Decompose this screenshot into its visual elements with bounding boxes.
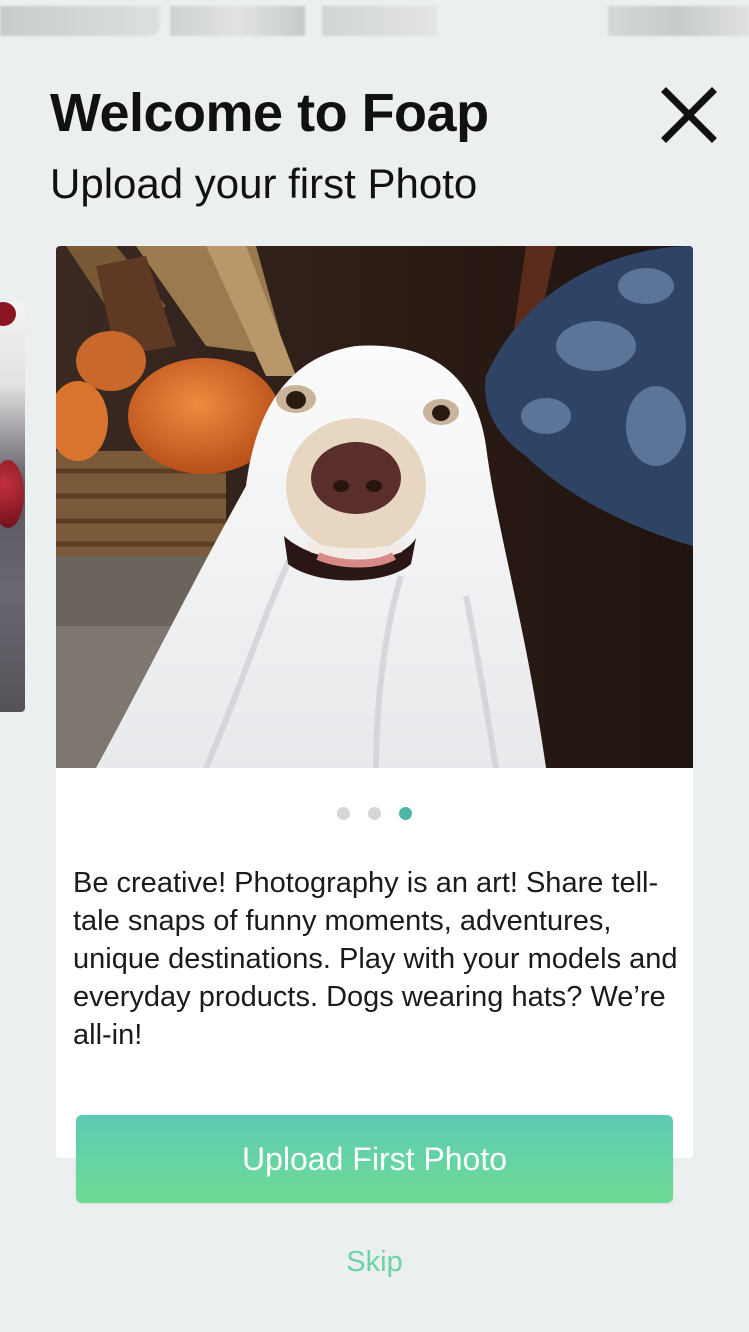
close-icon [661, 87, 717, 143]
carousel-dot-1[interactable] [337, 807, 350, 820]
carousel-pagination [56, 807, 693, 820]
upload-first-photo-button[interactable]: Upload First Photo [76, 1115, 673, 1203]
status-bar-battery [608, 6, 749, 36]
previous-slide-card[interactable] [0, 302, 25, 712]
close-button[interactable] [660, 86, 718, 144]
slide-description: Be creative! Photography is an art! Shar… [73, 867, 678, 1051]
status-bar-signal [170, 6, 305, 36]
carousel-dot-3-active[interactable] [399, 807, 412, 820]
status-bar-carrier [0, 6, 160, 36]
skip-link[interactable]: Skip [0, 1246, 749, 1279]
page-title: Welcome to Foap [50, 83, 489, 143]
status-bar-time [322, 6, 437, 36]
carousel-dot-2[interactable] [368, 807, 381, 820]
status-bar [0, 0, 749, 40]
page-subtitle: Upload your first Photo [50, 160, 478, 207]
onboarding-card: Be creative! Photography is an art! Shar… [56, 246, 693, 1158]
ghost-dog-photo [56, 246, 693, 768]
